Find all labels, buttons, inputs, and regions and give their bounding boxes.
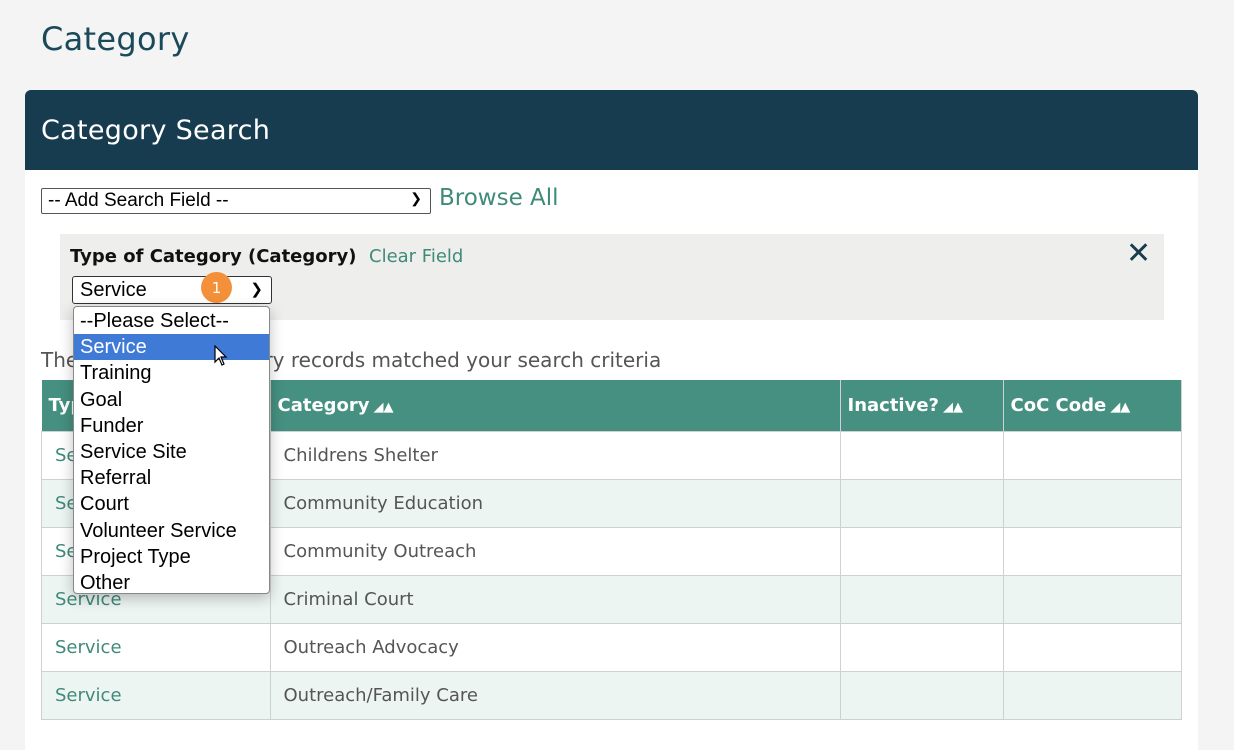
sort-icon: ◢▲ bbox=[943, 400, 963, 415]
inactive-cell bbox=[839, 623, 1004, 672]
mouse-pointer-icon bbox=[214, 345, 228, 366]
inactive-cell bbox=[839, 527, 1004, 576]
option-volunteer-service[interactable]: Volunteer Service bbox=[74, 518, 269, 544]
option-other[interactable]: Other bbox=[74, 570, 269, 596]
inactive-cell bbox=[839, 479, 1004, 528]
add-search-field-value: -- Add Search Field -- bbox=[48, 190, 229, 211]
type-of-category-options[interactable]: --Please Select-- Service Training Goal … bbox=[73, 306, 270, 594]
sort-icon: ◢▲ bbox=[373, 400, 394, 415]
option-funder[interactable]: Funder bbox=[74, 413, 269, 439]
type-link[interactable]: Service bbox=[41, 623, 271, 672]
category-cell: Outreach/Family Care bbox=[269, 671, 841, 720]
results-summary-trailing: ory records matched your search criteria bbox=[252, 348, 662, 372]
option-goal[interactable]: Goal bbox=[74, 387, 269, 413]
coc-code-cell bbox=[1002, 431, 1182, 480]
coc-code-cell bbox=[1002, 623, 1182, 672]
type-link[interactable]: Service bbox=[41, 671, 271, 720]
step-badge: 1 bbox=[201, 272, 232, 303]
option-referral[interactable]: Referral bbox=[74, 465, 269, 491]
table-row: Service Outreach/Family Care bbox=[41, 671, 1182, 720]
coc-code-cell bbox=[1002, 671, 1182, 720]
coc-code-cell bbox=[1002, 479, 1182, 528]
category-cell: Outreach Advocacy bbox=[269, 623, 841, 672]
coc-code-cell bbox=[1002, 527, 1182, 576]
column-header-category[interactable]: Category ◢▲ bbox=[270, 380, 841, 432]
inactive-cell bbox=[839, 575, 1004, 624]
column-header-coc-code[interactable]: CoC Code ◢▲ bbox=[1003, 380, 1182, 432]
browse-all-link[interactable]: Browse All bbox=[439, 185, 559, 211]
coc-code-cell bbox=[1002, 575, 1182, 624]
option-service-site[interactable]: Service Site bbox=[74, 439, 269, 465]
category-cell: Community Outreach bbox=[269, 527, 841, 576]
close-icon[interactable]: ✕ bbox=[1126, 236, 1151, 271]
filter-label: Type of Category (Category) bbox=[70, 246, 357, 267]
category-cell: Childrens Shelter bbox=[269, 431, 841, 480]
category-cell: Community Education bbox=[269, 479, 841, 528]
option-court[interactable]: Court bbox=[74, 491, 269, 517]
panel-header: Category Search bbox=[25, 90, 1198, 170]
type-of-category-select[interactable]: Service ❯ bbox=[72, 276, 272, 304]
chevron-down-icon: ❯ bbox=[410, 190, 422, 206]
category-cell: Criminal Court bbox=[269, 575, 841, 624]
sort-icon: ◢▲ bbox=[1110, 400, 1131, 415]
type-select-value: Service bbox=[80, 278, 147, 301]
option-please-select[interactable]: --Please Select-- bbox=[74, 308, 269, 334]
panel-title: Category Search bbox=[41, 114, 271, 146]
column-header-inactive[interactable]: Inactive? ◢▲ bbox=[840, 380, 1004, 432]
option-project-type[interactable]: Project Type bbox=[74, 544, 269, 570]
option-training[interactable]: Training bbox=[74, 360, 269, 386]
chevron-down-icon: ❯ bbox=[250, 281, 263, 298]
option-service[interactable]: Service bbox=[74, 334, 269, 361]
table-row: Service Outreach Advocacy bbox=[41, 623, 1182, 672]
inactive-cell bbox=[839, 671, 1004, 720]
add-search-field-select[interactable]: -- Add Search Field -- ❯ bbox=[41, 188, 431, 214]
inactive-cell bbox=[839, 431, 1004, 480]
clear-field-link[interactable]: Clear Field bbox=[369, 246, 463, 267]
page-title: Category bbox=[41, 20, 190, 58]
